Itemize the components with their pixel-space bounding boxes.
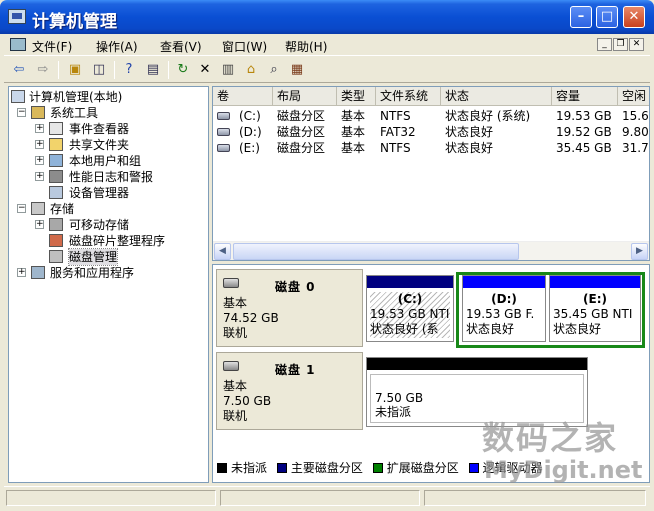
toolbar: ⇦ ⇨ ▣ ◫ ? ▤ ↻ ✕ ▥ ⌂ ⌕ ▦ (4, 57, 650, 83)
show-tree-icon[interactable]: ◫ (90, 61, 108, 79)
mdi-minimize-button[interactable]: _ (597, 38, 612, 51)
scroll-right-icon[interactable]: ▶ (631, 243, 648, 260)
disk-0-info[interactable]: 磁盘 0 基本 74.52 GB 联机 (216, 269, 363, 347)
menu-window[interactable]: 窗口(W) (222, 38, 267, 55)
computer-management-icon (8, 9, 26, 24)
table-row[interactable]: (C:) 磁盘分区 基本 NTFS 状态良好 (系统) 19.53 GB 15.… (213, 108, 649, 124)
table-row[interactable]: (E:) 磁盘分区 基本 NTFS 状态良好 35.45 GB 31.7 (213, 140, 649, 156)
minimize-button[interactable]: – (570, 6, 592, 28)
storage-icon (31, 202, 45, 215)
legend-item: 主要磁盘分区 (276, 459, 363, 476)
close-button[interactable]: ✕ (623, 6, 645, 28)
computer-icon (11, 90, 25, 103)
menu-bar: 文件(F) 操作(A) 查看(V) 窗口(W) 帮助(H) _ ❐ ✕ (4, 34, 650, 56)
hard-disk-icon (223, 361, 239, 371)
legend-item: 扩展磁盘分区 (372, 459, 459, 476)
disk-title: 磁盘 1 (275, 363, 316, 377)
refresh-icon[interactable]: ↻ (174, 61, 192, 79)
watermark: 数码之家 MyDigit.net (482, 419, 643, 484)
expand-icon[interactable]: + (17, 268, 26, 277)
status-section (6, 490, 216, 506)
expand-icon[interactable]: + (35, 140, 44, 149)
table-row[interactable]: (D:) 磁盘分区 基本 FAT32 状态良好 19.52 GB 9.80 (213, 124, 649, 140)
back-arrow-icon[interactable]: ⇦ (10, 61, 28, 79)
mdi-restore-button[interactable]: ❐ (613, 38, 628, 51)
users-icon (49, 154, 63, 167)
defragmenter-icon (49, 234, 63, 247)
window-title: 计算机管理 (32, 12, 117, 32)
menu-action[interactable]: 操作(A) (96, 38, 138, 55)
col-layout[interactable]: 布局 (273, 87, 337, 106)
expand-icon[interactable]: + (35, 172, 44, 181)
shared-folder-icon (49, 138, 63, 151)
col-free[interactable]: 空闲 (618, 87, 649, 106)
delete-icon[interactable]: ✕ (196, 61, 214, 79)
legend-item: 未指派 (217, 459, 267, 476)
logical-drive-bar (463, 276, 545, 288)
scroll-thumb[interactable] (233, 243, 519, 260)
col-type[interactable]: 类型 (337, 87, 376, 106)
properties-icon[interactable]: ▥ (219, 61, 237, 79)
menu-view[interactable]: 查看(V) (160, 38, 202, 55)
unallocated-space[interactable]: 7.50 GB 未指派 (366, 357, 588, 427)
services-icon (31, 266, 45, 279)
col-capacity[interactable]: 容量 (552, 87, 618, 106)
expand-icon[interactable]: + (35, 124, 44, 133)
col-filesystem[interactable]: 文件系统 (376, 87, 441, 106)
disk-1-info[interactable]: 磁盘 1 基本 7.50 GB 联机 (216, 352, 363, 430)
removable-storage-icon (49, 218, 63, 231)
horizontal-scrollbar[interactable]: ◀ ▶ (213, 241, 649, 260)
col-status[interactable]: 状态 (441, 87, 552, 106)
expand-icon[interactable]: + (35, 156, 44, 165)
maximize-button[interactable]: □ (596, 6, 618, 28)
volume-list-header: 卷 布局 类型 文件系统 状态 容量 空闲 (213, 87, 649, 106)
performance-icon (49, 170, 63, 183)
help-icon[interactable]: ? (120, 61, 138, 79)
disk-management-icon (49, 250, 63, 263)
status-section (220, 490, 420, 506)
drive-icon (217, 112, 230, 120)
partition-e[interactable]: (E:) 35.45 GB NTI 状态良好 (549, 275, 641, 342)
scroll-left-icon[interactable]: ◀ (214, 243, 231, 260)
event-viewer-icon (49, 122, 63, 135)
disk-title: 磁盘 0 (275, 280, 316, 294)
forward-arrow-icon[interactable]: ⇨ (34, 61, 52, 79)
hard-disk-icon (223, 278, 239, 288)
search-icon[interactable]: ⌕ (265, 61, 283, 79)
title-bar[interactable]: 计算机管理 – □ ✕ (0, 0, 654, 34)
tools-icon (31, 106, 45, 119)
drive-icon (217, 128, 230, 136)
menu-help[interactable]: 帮助(H) (285, 38, 327, 55)
collapse-icon[interactable]: − (17, 108, 26, 117)
col-volume[interactable]: 卷 (213, 87, 273, 106)
console-icon[interactable] (10, 38, 26, 51)
open-icon[interactable]: ⌂ (242, 61, 260, 79)
menu-file[interactable]: 文件(F) (32, 38, 72, 55)
device-manager-icon (49, 186, 63, 199)
export-list-icon[interactable]: ▤ (144, 61, 162, 79)
unallocated-bar (367, 358, 587, 370)
drive-icon (217, 144, 230, 152)
logical-drive-bar (550, 276, 640, 288)
up-folder-icon[interactable]: ▣ (66, 61, 84, 79)
status-section (424, 490, 646, 506)
status-bar (4, 486, 650, 507)
partition-d[interactable]: (D:) 19.53 GB F. 状态良好 (462, 275, 546, 342)
volume-list[interactable]: 卷 布局 类型 文件系统 状态 容量 空闲 (C:) 磁盘分区 基本 NTFS … (212, 86, 650, 261)
mdi-close-button[interactable]: ✕ (629, 38, 644, 51)
wizard-icon[interactable]: ▦ (288, 61, 306, 79)
console-tree[interactable]: 计算机管理(本地) − 系统工具 + 事件查看器 + 共享文件夹 + 本地用户和… (8, 86, 209, 483)
partition-c[interactable]: (C:) 19.53 GB NTI 状态良好 (系 (366, 275, 454, 342)
collapse-icon[interactable]: − (17, 204, 26, 213)
expand-icon[interactable]: + (35, 220, 44, 229)
primary-partition-bar (367, 276, 453, 288)
